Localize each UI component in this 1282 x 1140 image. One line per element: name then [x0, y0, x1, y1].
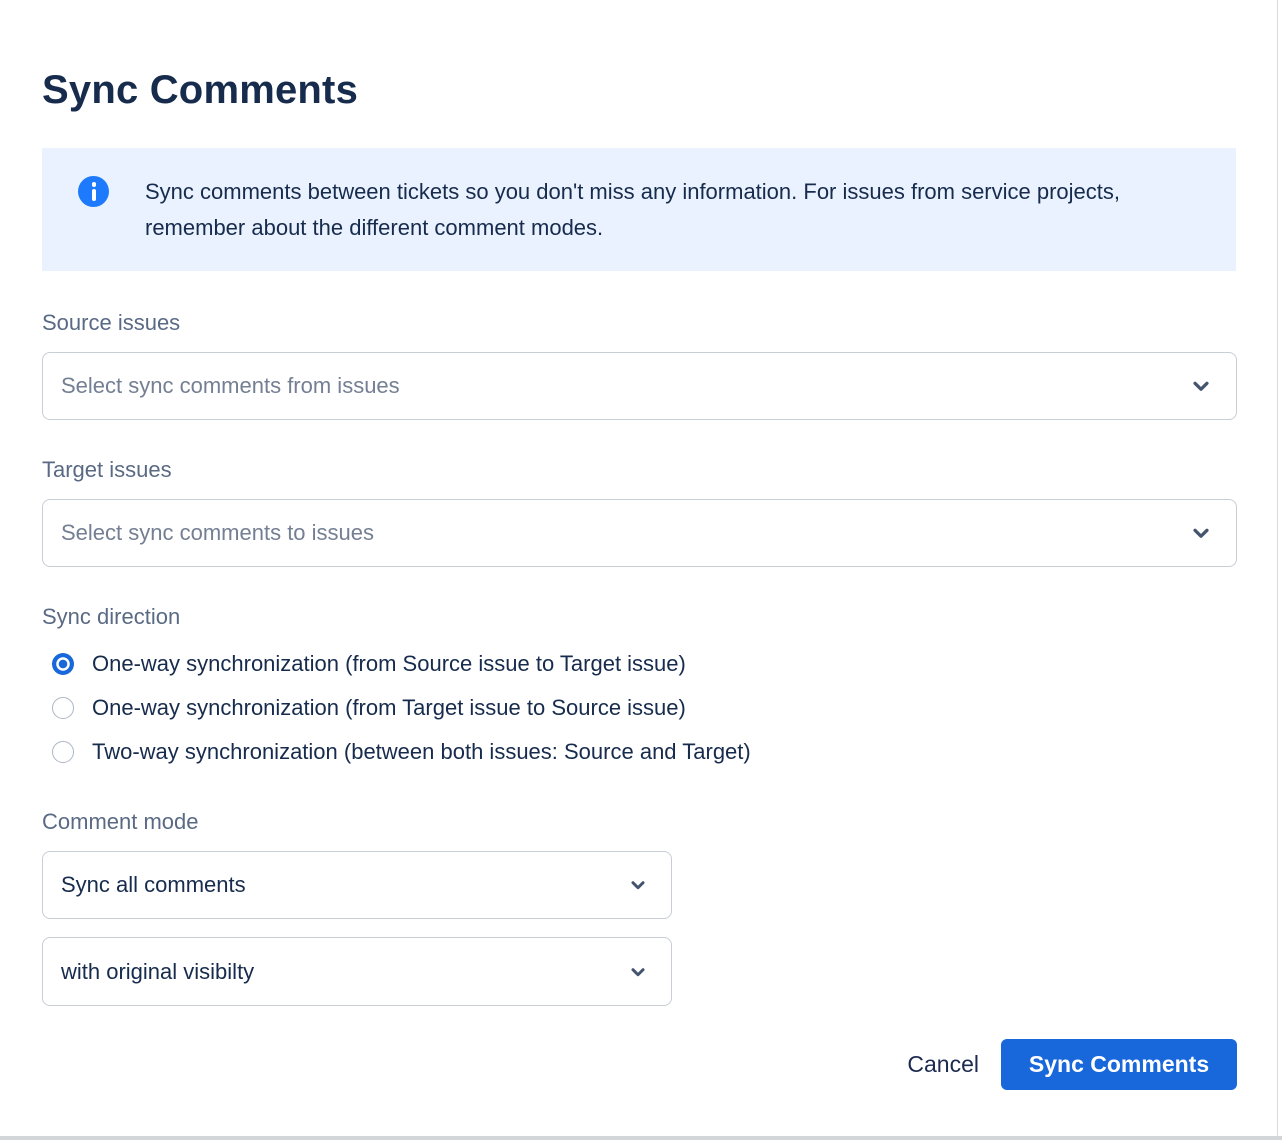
radio-option-target-to-source[interactable]: One-way synchronization (from Target iss… [42, 686, 1237, 730]
window-right-edge [1277, 0, 1278, 1140]
info-banner: Sync comments between tickets so you don… [42, 148, 1236, 271]
page-title: Sync Comments [42, 0, 1237, 114]
source-issues-placeholder: Select sync comments from issues [61, 373, 1188, 399]
target-issues-label: Target issues [42, 457, 1237, 483]
info-banner-text: Sync comments between tickets so you don… [145, 148, 1203, 246]
chevron-down-icon [1188, 520, 1214, 546]
radio-option-label: Two-way synchronization (between both is… [92, 739, 751, 765]
radio-icon[interactable] [52, 697, 74, 719]
sync-comments-button[interactable]: Sync Comments [1001, 1039, 1237, 1090]
comment-visibility-value: with original visibilty [61, 959, 627, 985]
sync-direction-label: Sync direction [42, 604, 1237, 630]
radio-icon[interactable] [52, 653, 74, 675]
radio-option-source-to-target[interactable]: One-way synchronization (from Source iss… [42, 642, 1237, 686]
sync-comments-dialog: Sync Comments Sync comments between tick… [0, 0, 1282, 1140]
target-issues-placeholder: Select sync comments to issues [61, 520, 1188, 546]
sync-direction-radio-group: One-way synchronization (from Source iss… [42, 642, 1237, 774]
comment-mode-select[interactable]: Sync all comments [42, 851, 672, 919]
chevron-down-icon [627, 961, 649, 983]
dialog-footer: Cancel Sync Comments [42, 1039, 1237, 1090]
info-icon [78, 176, 109, 207]
source-issues-select[interactable]: Select sync comments from issues [42, 352, 1237, 420]
source-issues-label: Source issues [42, 310, 1237, 336]
window-bottom-edge [0, 1136, 1282, 1140]
comment-mode-value: Sync all comments [61, 872, 627, 898]
radio-icon[interactable] [52, 741, 74, 763]
chevron-down-icon [1188, 373, 1214, 399]
radio-option-two-way[interactable]: Two-way synchronization (between both is… [42, 730, 1237, 774]
comment-visibility-select[interactable]: with original visibilty [42, 937, 672, 1006]
chevron-down-icon [627, 874, 649, 896]
cancel-button[interactable]: Cancel [889, 1041, 997, 1088]
comment-mode-label: Comment mode [42, 809, 1237, 835]
target-issues-select[interactable]: Select sync comments to issues [42, 499, 1237, 567]
radio-option-label: One-way synchronization (from Source iss… [92, 651, 686, 677]
radio-option-label: One-way synchronization (from Target iss… [92, 695, 686, 721]
